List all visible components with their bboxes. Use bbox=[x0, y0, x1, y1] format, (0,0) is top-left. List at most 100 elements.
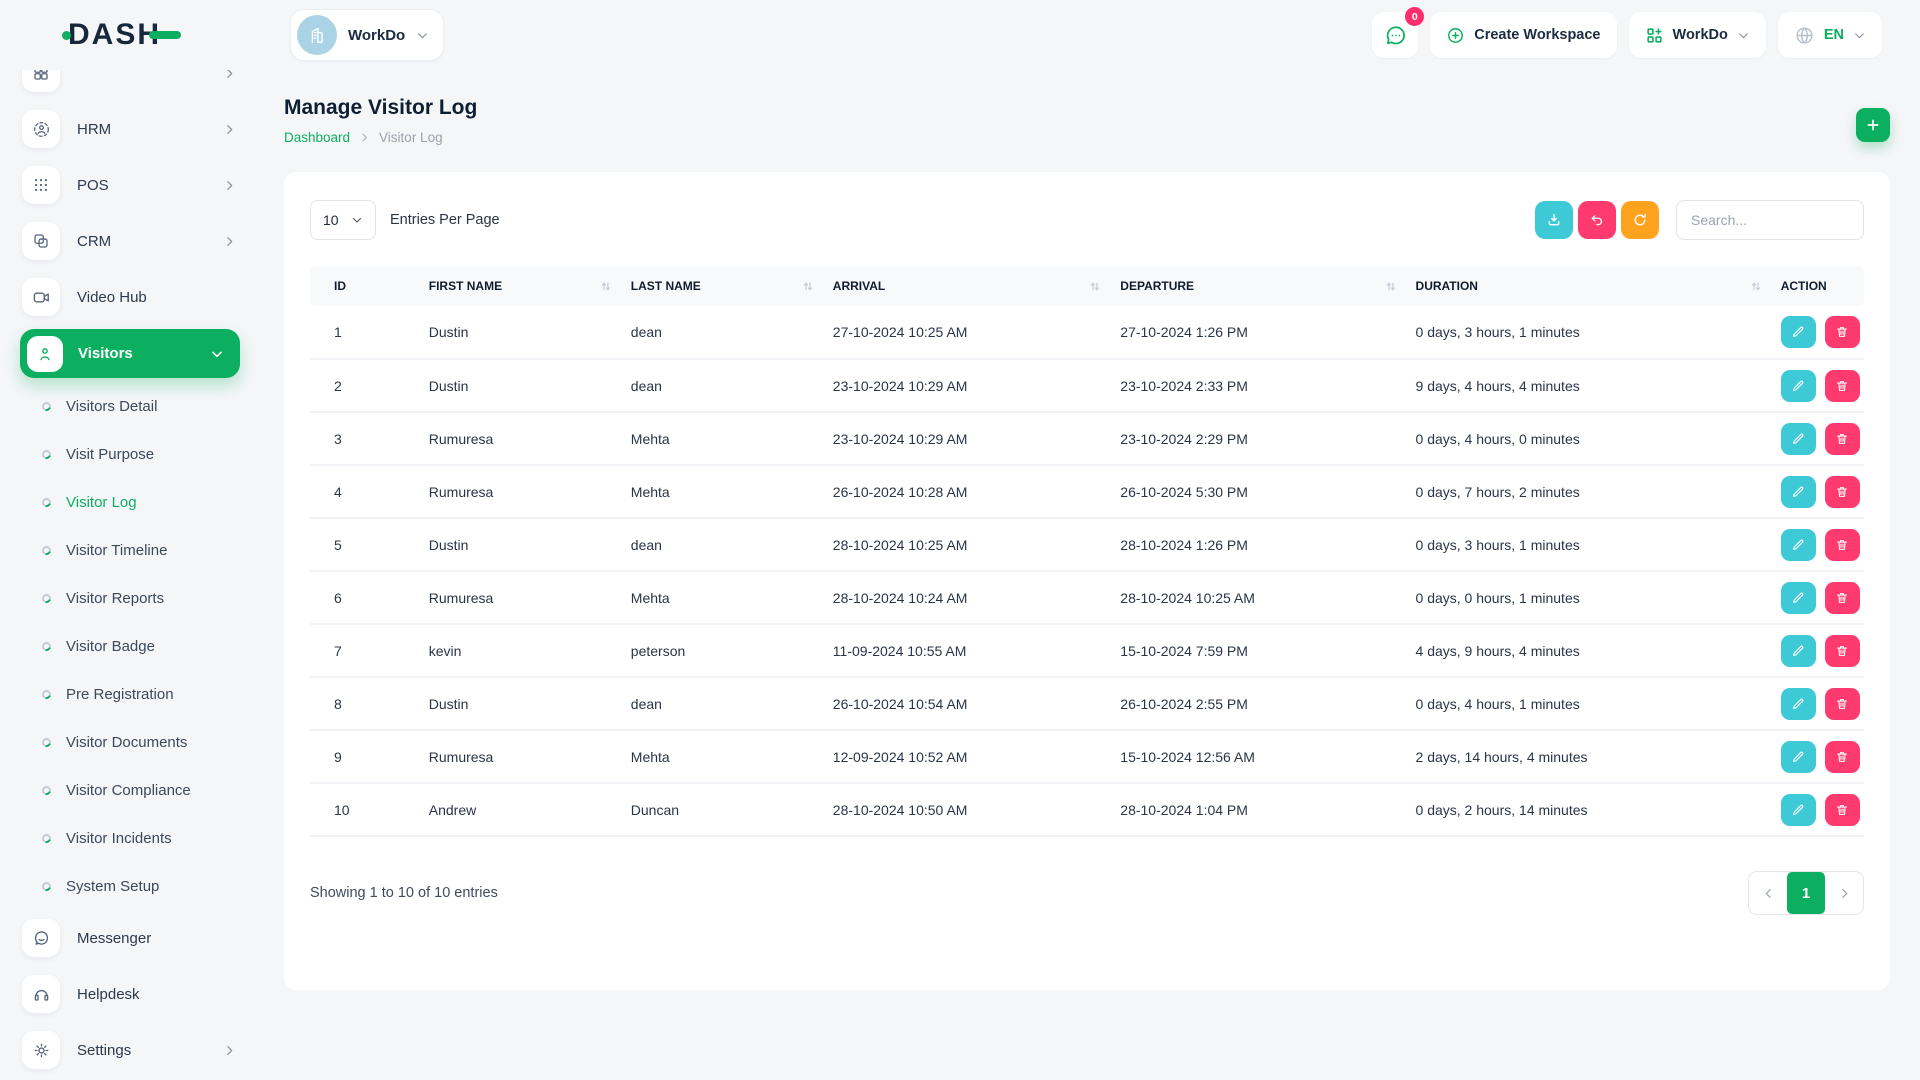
sort-icon bbox=[1386, 280, 1396, 293]
cell-duration: 0 days, 0 hours, 1 minutes bbox=[1406, 571, 1771, 624]
edit-button[interactable] bbox=[1781, 476, 1816, 508]
sidebar-subitem-visitor-documents[interactable]: Visitor Documents bbox=[0, 718, 258, 766]
chevron-left-icon bbox=[1762, 887, 1775, 900]
column-header-duration[interactable]: DURATION bbox=[1406, 266, 1771, 306]
delete-button[interactable] bbox=[1825, 635, 1860, 667]
cell-departure: 23-10-2024 2:29 PM bbox=[1110, 412, 1405, 465]
table-row: 10 Andrew Duncan 28-10-2024 10:50 AM 28-… bbox=[310, 783, 1864, 836]
bullet-icon bbox=[40, 640, 52, 652]
delete-button[interactable] bbox=[1825, 529, 1860, 561]
edit-button[interactable] bbox=[1781, 529, 1816, 561]
cell-arrival: 23-10-2024 10:29 AM bbox=[823, 359, 1110, 412]
edit-button[interactable] bbox=[1781, 582, 1816, 614]
sidebar-subitem-visit-purpose[interactable]: Visit Purpose bbox=[0, 430, 258, 478]
crm-icon bbox=[22, 222, 60, 260]
cell-arrival: 12-09-2024 10:52 AM bbox=[823, 730, 1110, 783]
chevron-right-icon bbox=[223, 123, 236, 136]
search-input[interactable] bbox=[1676, 200, 1864, 240]
sidebar-item-video-hub[interactable]: Video Hub bbox=[0, 269, 258, 325]
sidebar-subitem-visitor-reports[interactable]: Visitor Reports bbox=[0, 574, 258, 622]
sort-icon bbox=[1751, 280, 1761, 293]
sidebar-item-settings[interactable]: Settings bbox=[0, 1022, 258, 1078]
next-page-button[interactable] bbox=[1825, 872, 1863, 914]
plus-circle-icon bbox=[1446, 26, 1465, 45]
app-logo[interactable]: DASH bbox=[62, 18, 181, 52]
cell-last-name: Mehta bbox=[621, 571, 823, 624]
video-icon bbox=[22, 278, 60, 316]
delete-button[interactable] bbox=[1825, 794, 1860, 826]
edit-button[interactable] bbox=[1781, 370, 1816, 402]
edit-button[interactable] bbox=[1781, 316, 1816, 348]
delete-button[interactable] bbox=[1825, 370, 1860, 402]
cell-duration: 0 days, 3 hours, 1 minutes bbox=[1406, 518, 1771, 571]
edit-button[interactable] bbox=[1781, 794, 1816, 826]
workspace-switcher[interactable]: WorkDo bbox=[290, 9, 444, 61]
edit-icon bbox=[1791, 485, 1805, 499]
edit-button[interactable] bbox=[1781, 423, 1816, 455]
export-button[interactable] bbox=[1535, 201, 1573, 239]
sidebar-subitem-system-setup[interactable]: System Setup bbox=[0, 862, 258, 910]
cell-last-name: peterson bbox=[621, 624, 823, 677]
delete-icon bbox=[1835, 379, 1849, 393]
main-content: Manage Visitor Log Dashboard Visitor Log… bbox=[258, 0, 1920, 990]
delete-button[interactable] bbox=[1825, 476, 1860, 508]
sidebar-item-visitors[interactable]: Visitors bbox=[20, 329, 240, 378]
column-header-first-name[interactable]: FIRST NAME bbox=[419, 266, 621, 306]
breadcrumb-dashboard-link[interactable]: Dashboard bbox=[284, 130, 350, 145]
cell-action bbox=[1771, 730, 1864, 783]
delete-button[interactable] bbox=[1825, 582, 1860, 614]
column-header-arrival[interactable]: ARRIVAL bbox=[823, 266, 1110, 306]
page-number-button[interactable]: 1 bbox=[1787, 872, 1825, 914]
sidebar-item-helpdesk[interactable]: Helpdesk bbox=[0, 966, 258, 1022]
create-workspace-button[interactable]: Create Workspace bbox=[1430, 12, 1616, 58]
breadcrumb-current: Visitor Log bbox=[379, 130, 443, 145]
sidebar-item-hrm[interactable]: HRM bbox=[0, 101, 258, 157]
sidebar-subitem-visitor-incidents[interactable]: Visitor Incidents bbox=[0, 814, 258, 862]
cell-last-name: Mehta bbox=[621, 412, 823, 465]
workspace-dropdown[interactable]: WorkDo bbox=[1629, 12, 1766, 58]
cell-id: 1 bbox=[310, 306, 419, 359]
sidebar-subitem-visitor-badge[interactable]: Visitor Badge bbox=[0, 622, 258, 670]
edit-button[interactable] bbox=[1781, 688, 1816, 720]
cell-duration: 0 days, 7 hours, 2 minutes bbox=[1406, 465, 1771, 518]
bullet-icon bbox=[40, 880, 52, 892]
cell-duration: 0 days, 4 hours, 0 minutes bbox=[1406, 412, 1771, 465]
top-bar: DASH WorkDo 0 Create Workspace WorkDo bbox=[0, 0, 1920, 70]
delete-button[interactable] bbox=[1825, 423, 1860, 455]
cell-arrival: 11-09-2024 10:55 AM bbox=[823, 624, 1110, 677]
sidebar-subitem-visitors-detail[interactable]: Visitors Detail bbox=[0, 382, 258, 430]
delete-button[interactable] bbox=[1825, 741, 1860, 773]
edit-button[interactable] bbox=[1781, 741, 1816, 773]
messages-button[interactable]: 0 bbox=[1372, 12, 1418, 58]
cell-id: 5 bbox=[310, 518, 419, 571]
cell-last-name: dean bbox=[621, 306, 823, 359]
sidebar-item-messenger[interactable]: Messenger bbox=[0, 910, 258, 966]
sort-icon bbox=[803, 280, 813, 293]
sidebar-item-pos[interactable]: POS bbox=[0, 157, 258, 213]
sidebar-subitem-visitor-log[interactable]: Visitor Log bbox=[0, 478, 258, 526]
sidebar: HRM POS CRM Video Hub Visitors bbox=[0, 0, 258, 1080]
sidebar-subitem-visitor-compliance[interactable]: Visitor Compliance bbox=[0, 766, 258, 814]
delete-button[interactable] bbox=[1825, 688, 1860, 720]
table-row: 8 Dustin dean 26-10-2024 10:54 AM 26-10-… bbox=[310, 677, 1864, 730]
bullet-icon bbox=[40, 832, 52, 844]
delete-icon bbox=[1835, 432, 1849, 446]
sidebar-subitem-pre-registration[interactable]: Pre Registration bbox=[0, 670, 258, 718]
language-dropdown[interactable]: EN bbox=[1778, 12, 1882, 58]
cell-arrival: 28-10-2024 10:25 AM bbox=[823, 518, 1110, 571]
previous-page-button[interactable] bbox=[1749, 872, 1787, 914]
add-visitor-log-button[interactable] bbox=[1856, 108, 1890, 142]
delete-button[interactable] bbox=[1825, 316, 1860, 348]
logo-dash bbox=[149, 31, 181, 39]
cell-id: 6 bbox=[310, 571, 419, 624]
sidebar-subitem-visitor-timeline[interactable]: Visitor Timeline bbox=[0, 526, 258, 574]
entries-per-page-select[interactable]: 10 bbox=[310, 200, 376, 240]
sidebar-item-crm[interactable]: CRM bbox=[0, 213, 258, 269]
edit-button[interactable] bbox=[1781, 635, 1816, 667]
delete-icon bbox=[1835, 591, 1849, 605]
column-header-departure[interactable]: DEPARTURE bbox=[1110, 266, 1405, 306]
cell-action bbox=[1771, 571, 1864, 624]
column-header-last-name[interactable]: LAST NAME bbox=[621, 266, 823, 306]
refresh-button[interactable] bbox=[1621, 201, 1659, 239]
reset-button[interactable] bbox=[1578, 201, 1616, 239]
